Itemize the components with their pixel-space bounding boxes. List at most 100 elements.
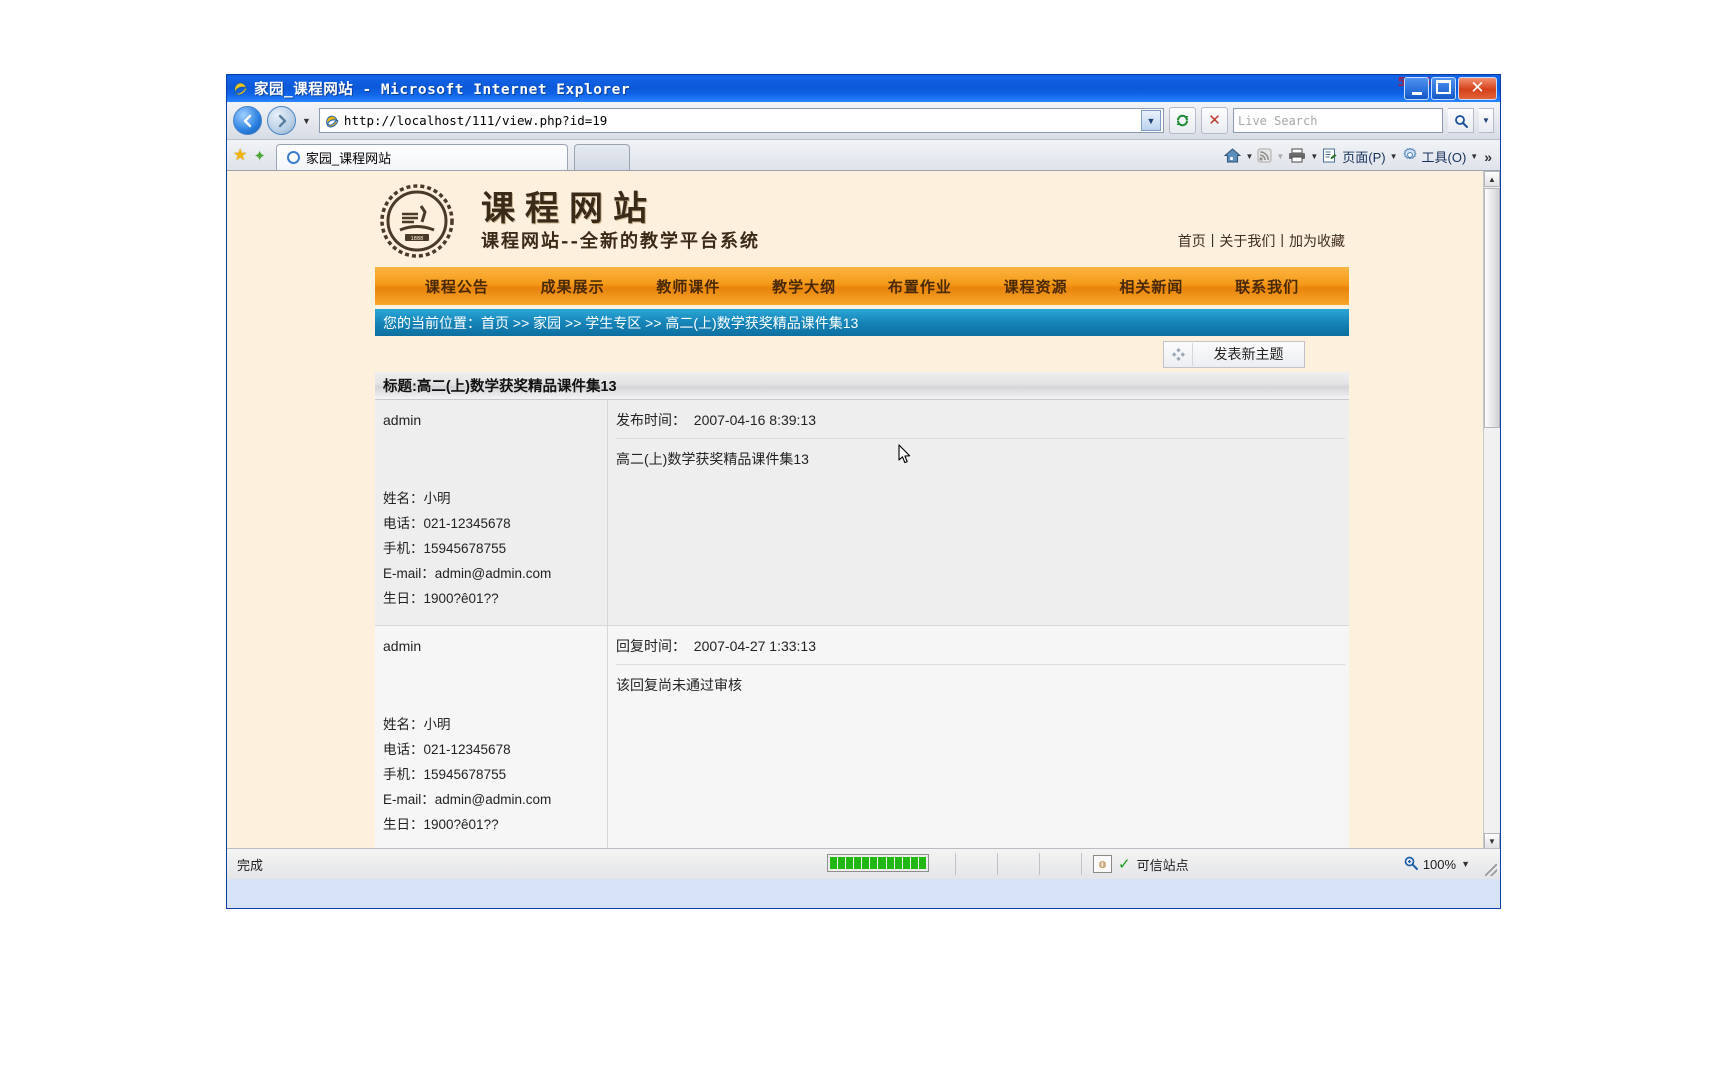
new-topic-button[interactable]: 发表新主题 [1163, 340, 1305, 368]
scroll-up-button[interactable]: ▲ [1484, 171, 1500, 187]
home-icon[interactable] [1224, 147, 1242, 166]
page-content: 1888 课程网站 课程网站--全新的教学平台系统 首页 | 关于我们 | 加为… [371, 171, 1353, 849]
nav-item-contact[interactable]: 联系我们 [1235, 276, 1299, 297]
page-icon[interactable] [1322, 148, 1338, 166]
link-about-us[interactable]: 关于我们 [1219, 231, 1275, 251]
post-time-label: 发布时间： [616, 412, 686, 428]
search-icon [1454, 114, 1468, 128]
post-body-column: 发布时间： 2007-04-16 8:39:13 高二(上)数学获奖精品课件集1… [608, 400, 1349, 625]
minimize-button[interactable] [1404, 77, 1429, 100]
rss-icon[interactable] [1257, 148, 1272, 166]
post-time-row: 回复时间： 2007-04-27 1:33:13 [616, 636, 1345, 665]
site-logo-icon: 1888 [380, 184, 454, 258]
progress-bar [827, 854, 929, 872]
window-controls: ✕ [1404, 77, 1497, 100]
maximize-button[interactable] [1431, 77, 1456, 100]
stop-button[interactable]: ✕ [1201, 107, 1228, 134]
profile-name: 姓名：小明 [383, 491, 451, 506]
page-canvas: 1888 课程网站 课程网站--全新的教学平台系统 首页 | 关于我们 | 加为… [227, 171, 1484, 849]
vertical-scrollbar[interactable]: ▲ ▼ [1483, 171, 1500, 849]
thread-title-bar: 标题:高二(上)数学获奖精品课件集13 [375, 372, 1349, 400]
add-to-favorites-icon[interactable]: ✦ [253, 147, 266, 165]
new-tab-button[interactable] [573, 144, 630, 170]
rss-caret: ▼ [1276, 152, 1285, 161]
header-links: 首页 | 关于我们 | 加为收藏 [1178, 231, 1345, 251]
search-dropdown-button[interactable]: ▼ [1479, 108, 1494, 133]
tab-course-site[interactable]: 家园_课程网站 [275, 144, 568, 170]
zoom-control[interactable]: 100% ▼ [1404, 849, 1470, 879]
profile-phone: 电话：021-12345678 [383, 516, 511, 531]
print-icon[interactable] [1288, 148, 1306, 166]
page-caret[interactable]: ▼ [1390, 152, 1398, 161]
scroll-down-button[interactable]: ▼ [1484, 833, 1500, 849]
nav-item-achievements[interactable]: 成果展示 [541, 276, 605, 297]
post-author-name: admin [383, 412, 422, 428]
nav-item-resources[interactable]: 课程资源 [1004, 276, 1068, 297]
post-author-name: admin [383, 638, 422, 654]
favorites-center-icon[interactable]: ★ [233, 145, 247, 165]
zoom-caret-icon[interactable]: ▼ [1461, 859, 1470, 869]
search-input[interactable]: Live Search [1233, 108, 1443, 133]
post-author-column: admin 姓名：小明 电话：021-12345678 手机：159456787… [375, 626, 608, 849]
address-bar[interactable]: http://localhost/111/view.php?id=19 ▼ [318, 108, 1164, 133]
site-title: 课程网站 [481, 189, 657, 229]
history-dropdown[interactable]: ▼ [302, 116, 311, 126]
profile-phone: 电话：021-12345678 [383, 742, 511, 757]
url-text: http://localhost/111/view.php?id=19 [343, 113, 608, 128]
page-menu-label[interactable]: 页面(P) [1342, 147, 1385, 166]
resize-grip[interactable] [1485, 864, 1497, 876]
link-home[interactable]: 首页 [1178, 231, 1206, 251]
close-button[interactable]: ✕ [1458, 77, 1497, 100]
post-time-value: 2007-04-27 1:33:13 [693, 638, 816, 654]
profile-email: E-mail：admin@admin.com [383, 566, 552, 581]
post-message: 该回复尚未通过审核 [616, 677, 742, 693]
page-viewport: 1888 课程网站 课程网站--全新的教学平台系统 首页 | 关于我们 | 加为… [227, 171, 1500, 879]
tools-menu-label[interactable]: 工具(O) [1422, 147, 1467, 166]
home-caret[interactable]: ▼ [1245, 152, 1253, 161]
nav-item-assignments[interactable]: 布置作业 [888, 276, 952, 297]
diamond-icon [1164, 342, 1193, 366]
status-bar: 完成 ◍ ✓ 可信站点 100% ▼ [227, 848, 1500, 879]
print-caret[interactable]: ▼ [1310, 152, 1318, 161]
breadcrumb-text: 您的当前位置：首页 >> 家园 >> 学生专区 >> 高二(上)数学获奖精品课件… [383, 314, 859, 331]
nav-item-announcements[interactable]: 课程公告 [425, 276, 489, 297]
nav-item-syllabus[interactable]: 教学大纲 [772, 276, 836, 297]
post-message: 高二(上)数学获奖精品课件集13 [616, 451, 809, 467]
zone-icon: ◍ [1093, 855, 1112, 873]
link-separator-1: | [1210, 231, 1215, 247]
thread-title: 标题:高二(上)数学获奖精品课件集13 [383, 379, 617, 395]
status-text: 完成 [237, 857, 264, 873]
address-dropdown-button[interactable]: ▼ [1141, 110, 1161, 131]
profile-birthday: 生日：1900?ê01?? [383, 591, 499, 606]
refresh-icon [1176, 114, 1189, 127]
browser-window: 家园_课程网站 - Microsoft Internet Explorer 5 … [226, 74, 1501, 909]
search-button[interactable] [1448, 108, 1474, 133]
action-strip: 发表新主题 [375, 336, 1349, 372]
overflow-chevron-icon[interactable]: » [1484, 149, 1492, 165]
gear-icon[interactable] [1402, 147, 1418, 166]
forward-button[interactable] [267, 106, 296, 135]
refresh-button[interactable] [1169, 107, 1196, 134]
post-time-label: 回复时间： [616, 638, 686, 654]
nav-item-news[interactable]: 相关新闻 [1119, 276, 1183, 297]
scrollbar-thumb[interactable] [1484, 188, 1500, 428]
check-icon: ✓ [1118, 856, 1131, 873]
zone-label: 可信站点 [1136, 857, 1189, 873]
profile-mobile: 手机：15945678755 [383, 541, 507, 556]
back-button[interactable] [233, 106, 262, 135]
nav-item-teacher-courseware[interactable]: 教师课件 [656, 276, 720, 297]
zoom-magnifier-icon [1404, 856, 1418, 873]
svg-text:1888: 1888 [411, 236, 424, 242]
post-row: admin 姓名：小明 电话：021-12345678 手机：159456787… [375, 400, 1349, 626]
back-arrow-icon [243, 114, 251, 127]
new-topic-label: 发表新主题 [1213, 346, 1284, 362]
link-add-favorite[interactable]: 加为收藏 [1289, 231, 1345, 251]
main-nav: 课程公告 成果展示 教师课件 教学大纲 布置作业 课程资源 相关新闻 联系我们 [375, 267, 1349, 305]
page-favicon-icon [324, 113, 340, 129]
post-time-value: 2007-04-16 8:39:13 [693, 412, 816, 428]
tools-caret[interactable]: ▼ [1470, 152, 1478, 161]
forward-arrow-icon [278, 114, 286, 127]
command-bar: ▼ ▼ ▼ 页面(P) ▼ 工具(O) ▼ » [1224, 147, 1494, 166]
tab-label: 家园_课程网站 [305, 151, 392, 166]
security-zone[interactable]: ◍ ✓ 可信站点 [1093, 849, 1189, 879]
